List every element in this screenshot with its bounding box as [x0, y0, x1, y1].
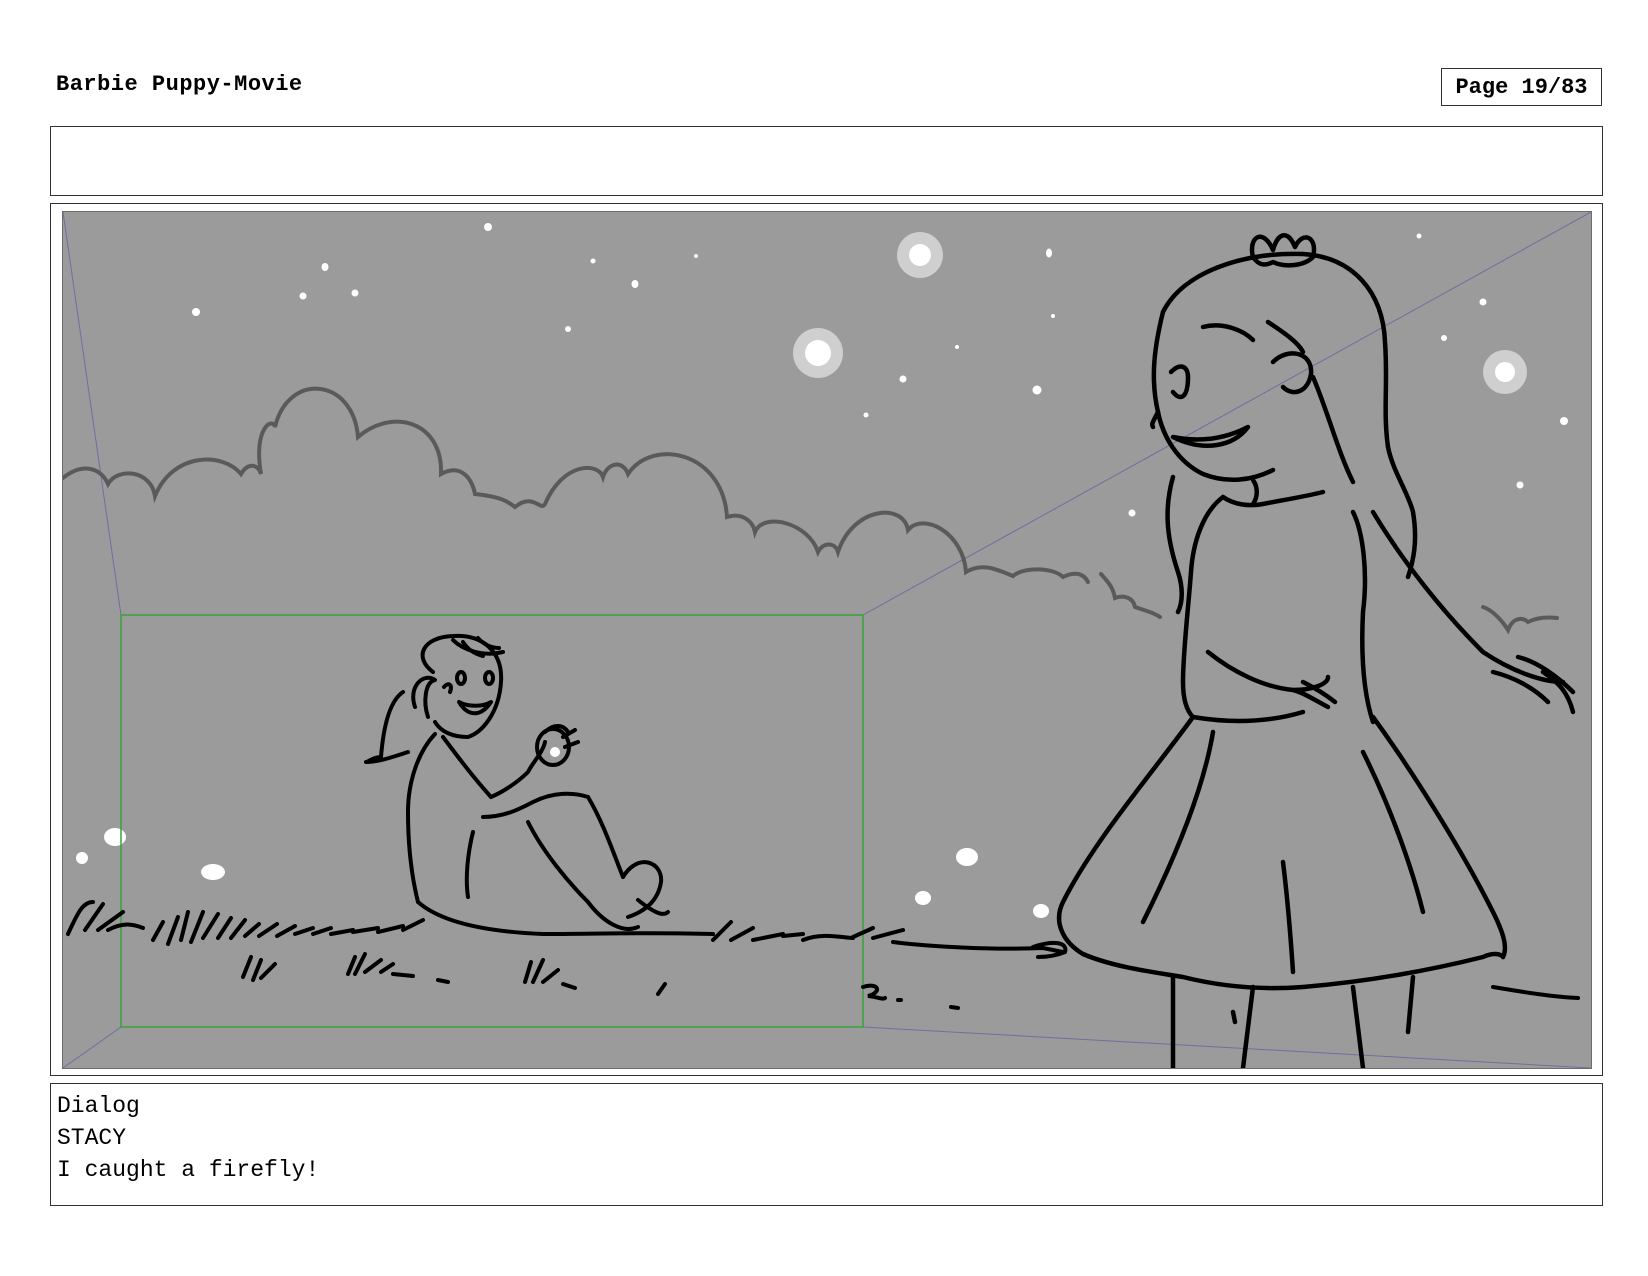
- document-title: Barbie Puppy-Movie: [56, 72, 303, 97]
- sky-fireflies: [793, 232, 1527, 394]
- dialog-box: Dialog STACY I caught a firefly!: [50, 1083, 1603, 1206]
- dialog-character: STACY: [57, 1125, 127, 1151]
- page-number-badge: Page 19/83: [1441, 68, 1602, 106]
- panel-sketch: [63, 212, 1591, 1068]
- sitting-girl: [364, 633, 715, 936]
- stars: [192, 223, 1568, 517]
- notes-box: [50, 126, 1603, 196]
- dialog-line: I caught a firefly!: [57, 1157, 320, 1183]
- storyboard-panel-image: [62, 211, 1592, 1069]
- dialog-heading: Dialog: [57, 1093, 140, 1119]
